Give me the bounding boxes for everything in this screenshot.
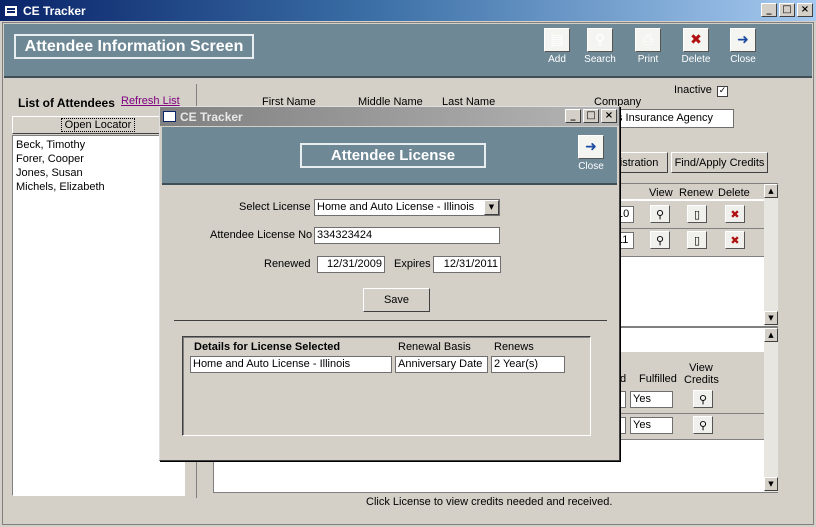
add-icon: ▤: [544, 28, 570, 52]
exit-door-icon: ➜: [578, 135, 604, 159]
renew-column-header: Renew: [679, 187, 714, 199]
select-license-label: Select License: [239, 201, 311, 213]
license-no-label: Attendee License No: [210, 229, 313, 241]
magnifier-icon[interactable]: ⚲: [693, 416, 713, 434]
magnifier-icon[interactable]: ⚲: [650, 231, 670, 249]
company-field[interactable]: s Insurance Agency: [614, 109, 734, 128]
dialog-title: CE Tracker: [180, 109, 243, 124]
dialog-divider: [174, 320, 607, 321]
delete-x-icon[interactable]: ✖: [725, 205, 745, 223]
list-item[interactable]: Beck, Timothy: [16, 138, 181, 152]
inactive-checkbox[interactable]: ✓: [717, 86, 728, 97]
renewed-date-field[interactable]: 12/31/2009: [317, 256, 385, 273]
search-label: Search: [584, 54, 616, 65]
print-label: Print: [637, 54, 659, 65]
renewal-basis-header: Renewal Basis: [398, 341, 471, 353]
printer-icon: ⎙: [635, 28, 661, 52]
delete-label: Delete: [681, 54, 711, 65]
document-icon[interactable]: ▯: [687, 231, 707, 249]
select-license-dropdown[interactable]: Home and Auto License - Illinois ▼: [314, 199, 500, 216]
scroll-up-button[interactable]: ▲: [764, 328, 778, 342]
view-column-header: View: [649, 187, 673, 199]
delete-x-icon[interactable]: ✖: [725, 231, 745, 249]
app-title-bar: CE Tracker _ □ ×: [0, 0, 816, 21]
renewed-label: Renewed: [264, 258, 311, 270]
license-scrollbar[interactable]: [764, 184, 778, 326]
scroll-up-button[interactable]: ▲: [764, 184, 778, 198]
details-title: Details for License Selected: [194, 341, 341, 353]
attendee-license-dialog: CE Tracker _ □ × Attendee License ➜ Clos…: [159, 106, 620, 461]
maximize-button[interactable]: □: [779, 3, 795, 17]
delete-button[interactable]: ✖ Delete: [671, 28, 721, 65]
list-item[interactable]: Forer, Cooper: [16, 152, 181, 166]
add-label: Add: [548, 54, 566, 65]
credits-column-header: d: [620, 373, 627, 385]
delete-column-header: Delete: [718, 187, 750, 199]
list-item[interactable]: Michels, Elizabeth: [16, 180, 181, 194]
close-button[interactable]: ➜ Close: [718, 28, 768, 65]
license-no-field[interactable]: 334323424: [314, 227, 500, 244]
open-locator-label: Open Locator: [60, 118, 136, 132]
fulfilled-field[interactable]: Yes: [630, 417, 673, 434]
list-item[interactable]: Jones, Susan: [16, 166, 181, 180]
close-label: Close: [730, 54, 756, 65]
expires-label: Expires: [394, 258, 431, 270]
close-window-button[interactable]: ×: [797, 3, 813, 17]
app-icon: [4, 4, 18, 17]
delete-icon: ✖: [683, 28, 709, 52]
scroll-down-button[interactable]: ▼: [764, 311, 778, 325]
dialog-page-title: Attendee License: [300, 143, 486, 168]
exit-door-icon: ➜: [730, 28, 756, 52]
save-button[interactable]: Save: [363, 288, 430, 312]
magnifier-icon[interactable]: ⚲: [650, 205, 670, 223]
scroll-down-button[interactable]: ▼: [764, 477, 778, 491]
dialog-close-button[interactable]: ➜ Close: [566, 135, 616, 172]
chevron-down-icon[interactable]: ▼: [484, 200, 499, 215]
dialog-close-label: Close: [578, 161, 604, 172]
details-renews-field: 2 Year(s): [491, 356, 565, 373]
dialog-maximize-button[interactable]: □: [583, 109, 599, 123]
credits-scrollbar[interactable]: [764, 328, 778, 492]
inactive-label: Inactive: [674, 84, 712, 96]
app-title: CE Tracker: [23, 3, 86, 18]
find-apply-credits-button[interactable]: Find/Apply Credits: [671, 152, 768, 173]
print-button[interactable]: ⎙ Print: [623, 28, 673, 65]
details-license-field: Home and Auto License - Illinois: [190, 356, 392, 373]
binoculars-icon: ⚲: [587, 28, 613, 52]
select-license-value: Home and Auto License - Illinois: [317, 201, 475, 213]
search-button[interactable]: ⚲ Search: [575, 28, 625, 65]
fulfilled-column-header: Fulfilled: [639, 373, 677, 385]
minimize-button[interactable]: _: [761, 3, 777, 17]
dialog-minimize-button[interactable]: _: [565, 109, 581, 123]
fulfilled-field[interactable]: Yes: [630, 391, 673, 408]
document-icon[interactable]: ▯: [687, 205, 707, 223]
attendee-list-title: List of Attendees: [18, 96, 115, 110]
renews-header: Renews: [494, 341, 534, 353]
dialog-title-bar: CE Tracker _ □ ×: [160, 107, 619, 126]
dialog-app-icon: [163, 111, 176, 122]
view-credits-header-2: Credits: [684, 374, 719, 386]
expires-date-field[interactable]: 12/31/2011: [433, 256, 501, 273]
view-credits-header-1: View: [689, 362, 713, 374]
footer-hint: Click License to view credits needed and…: [366, 496, 613, 508]
magnifier-icon[interactable]: ⚲: [693, 390, 713, 408]
details-renewal-basis-field: Anniversary Date: [395, 356, 488, 373]
dialog-close-window-button[interactable]: ×: [601, 109, 617, 123]
page-title: Attendee Information Screen: [14, 34, 254, 59]
